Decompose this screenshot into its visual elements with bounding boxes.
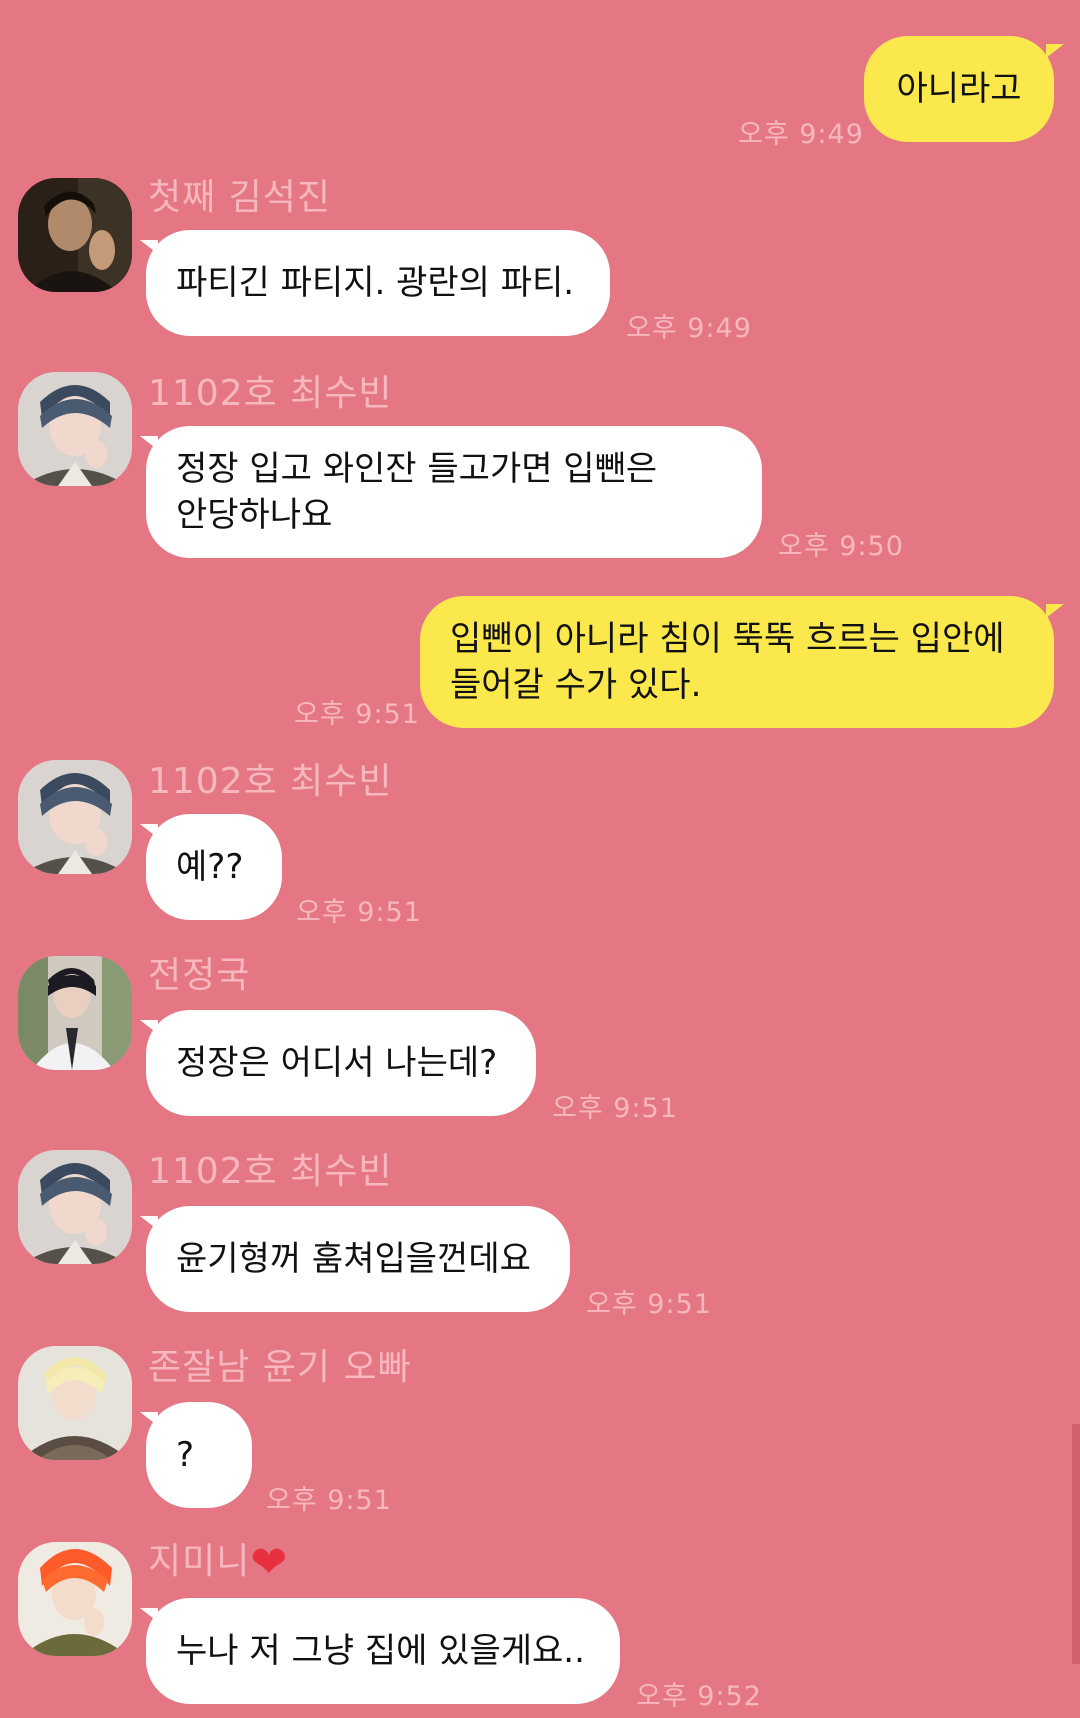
- message-bubble-incoming[interactable]: 윤기형꺼 훔쳐입을껀데요: [146, 1206, 570, 1312]
- message-bubble-incoming[interactable]: 누나 저 그냥 집에 있을게요..: [146, 1598, 620, 1704]
- message-text-line2: 안당하나요: [176, 495, 333, 535]
- avatar-soobin[interactable]: [18, 760, 132, 874]
- message-bubble-outgoing[interactable]: 입뺀이 아니라 침이 뚝뚝 흐르는 입안에 들어갈 수가 있다.: [420, 596, 1054, 728]
- avatar-soobin-image: [18, 372, 132, 486]
- avatar-jungkook[interactable]: [18, 956, 132, 1070]
- bubble-tail: [1046, 44, 1064, 58]
- message-time: 오후 9:49: [626, 313, 752, 344]
- sender-name: 1102호 최수빈: [148, 1151, 393, 1192]
- message-bubble-incoming[interactable]: ?: [146, 1402, 252, 1508]
- message-bubble-incoming[interactable]: 정장은 어디서 나는데?: [146, 1010, 536, 1116]
- message-time: 오후 9:51: [294, 699, 420, 730]
- sender-name-text: 지미니: [148, 1541, 251, 1582]
- message-bubble-incoming[interactable]: 예??: [146, 814, 282, 920]
- message-text: 윤기형꺼 훔쳐입을껀데요: [176, 1239, 531, 1279]
- avatar-yoongi[interactable]: [18, 1346, 132, 1460]
- message-text-line2: 들어갈 수가 있다.: [450, 665, 702, 705]
- sender-name: 1102호 최수빈: [148, 761, 393, 802]
- avatar-jimin-image: [18, 1542, 132, 1656]
- avatar-soobin[interactable]: [18, 372, 132, 486]
- message-bubble-outgoing[interactable]: 아니라고: [864, 36, 1054, 142]
- avatar-jimin[interactable]: [18, 1542, 132, 1656]
- message-time: 오후 9:51: [296, 897, 422, 928]
- message-time: 오후 9:49: [738, 119, 864, 150]
- avatar-jungkook-image: [18, 956, 132, 1070]
- chat-room[interactable]: 아니라고 오후 9:49 첫째 김석진 파티긴 파티지. 광란의 파티. 오후 …: [0, 0, 1080, 1718]
- message-time: 오후 9:51: [586, 1289, 712, 1320]
- avatar-seokjin[interactable]: [18, 178, 132, 292]
- avatar-soobin-image: [18, 1150, 132, 1264]
- avatar-soobin[interactable]: [18, 1150, 132, 1264]
- sender-name: 전정국: [148, 955, 251, 996]
- sender-name: 첫째 김석진: [148, 177, 332, 218]
- message-text-line1: 정장 입고 와인잔 들고가면 입뺀은: [176, 449, 658, 489]
- heart-icon: ❤: [250, 1537, 289, 1588]
- scrollbar[interactable]: [1072, 1424, 1080, 1664]
- bubble-tail: [1046, 604, 1064, 618]
- avatar-seokjin-image: [18, 178, 132, 292]
- message-text: ?: [176, 1435, 195, 1475]
- message-text: 누나 저 그냥 집에 있을게요..: [176, 1631, 585, 1671]
- avatar-soobin-image: [18, 760, 132, 874]
- message-bubble-incoming[interactable]: 파티긴 파티지. 광란의 파티.: [146, 230, 610, 336]
- sender-name: 지미니❤: [148, 1537, 289, 1588]
- message-text: 예??: [176, 847, 244, 887]
- message-time: 오후 9:51: [266, 1485, 392, 1516]
- message-time: 오후 9:51: [552, 1093, 678, 1124]
- message-time: 오후 9:52: [636, 1681, 762, 1712]
- avatar-yoongi-image: [18, 1346, 132, 1460]
- message-text: 정장은 어디서 나는데?: [176, 1043, 498, 1083]
- message-bubble-incoming[interactable]: 정장 입고 와인잔 들고가면 입뺀은 안당하나요: [146, 426, 762, 558]
- message-text: 파티긴 파티지. 광란의 파티.: [176, 263, 575, 303]
- message-text-line1: 입뺀이 아니라 침이 뚝뚝 흐르는 입안에: [450, 619, 1005, 659]
- message-text: 아니라고: [896, 69, 1022, 109]
- sender-name: 1102호 최수빈: [148, 373, 393, 414]
- sender-name: 존잘남 윤기 오빠: [148, 1347, 412, 1388]
- message-time: 오후 9:50: [778, 531, 904, 562]
